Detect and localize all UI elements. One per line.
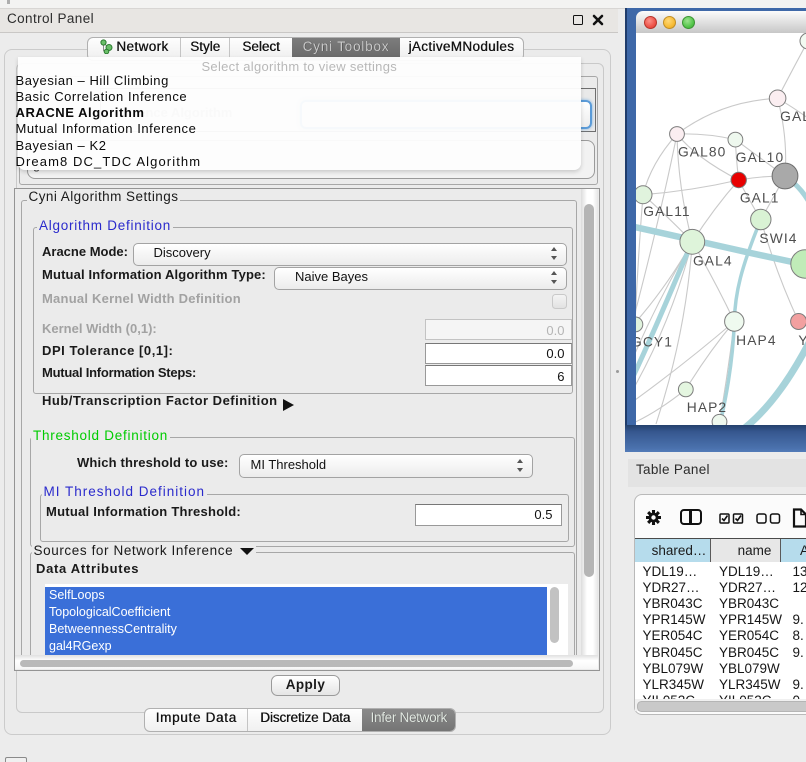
svg-text:GAL11: GAL11 bbox=[643, 204, 690, 219]
svg-text:GCY1: GCY1 bbox=[636, 335, 673, 350]
svg-text:GAL10: GAL10 bbox=[736, 150, 784, 165]
svg-text:HAP4: HAP4 bbox=[736, 333, 776, 348]
svg-text:GAL1: GAL1 bbox=[740, 191, 780, 206]
svg-text:SWI4: SWI4 bbox=[759, 231, 797, 246]
svg-text:Y: Y bbox=[798, 333, 806, 348]
svg-text:GAL80: GAL80 bbox=[678, 145, 726, 160]
svg-text:GAL4: GAL4 bbox=[693, 254, 733, 269]
svg-text:HAP2: HAP2 bbox=[687, 400, 727, 415]
svg-text:GAL7: GAL7 bbox=[780, 109, 806, 124]
